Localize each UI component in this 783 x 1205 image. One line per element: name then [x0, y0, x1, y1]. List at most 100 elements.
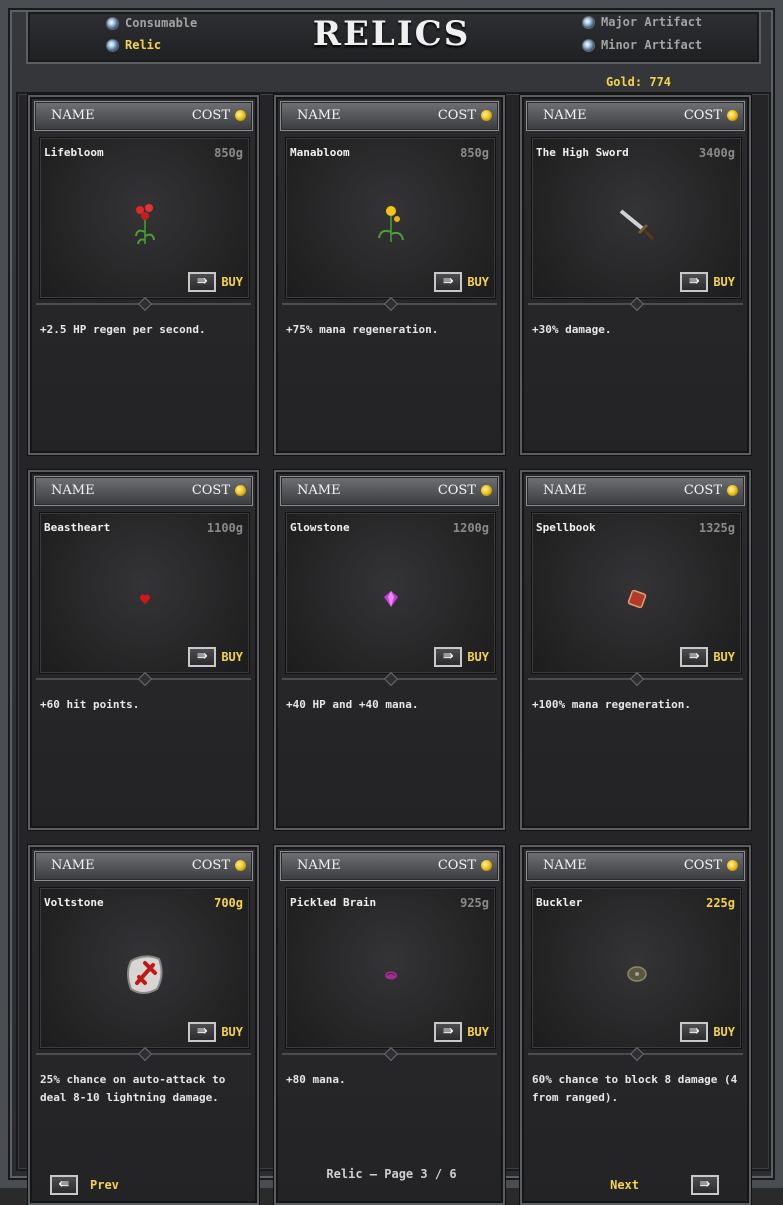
item-description: 60% chance to block 8 damage (4 from ran… [532, 1073, 738, 1104]
header-name-label: NAME [297, 108, 341, 123]
buy-button[interactable]: ⇛ BUY [434, 646, 489, 668]
item-preview: Buckler 225g ⇛ BUY [531, 887, 742, 1049]
page-title: RELICS [312, 14, 471, 54]
item-preview: Manabloom 850g ⇛ BUY [285, 137, 496, 299]
item-price: 1100g [206, 521, 243, 535]
item-preview: Lifebloom 850g ⇛ BUY [39, 137, 250, 299]
brain-icon [383, 967, 399, 986]
item-preview: The High Sword 3400g ⇛ BUY [531, 137, 742, 299]
item-name: Lifebloom [44, 146, 104, 159]
item-description: +40 HP and +40 mana. [286, 698, 419, 711]
buy-label: BUY [713, 650, 735, 664]
shop-card: NAME COST The High Sword 3400g ⇛ BUY +30% dama… [520, 95, 751, 455]
item-name: Buckler [536, 896, 583, 909]
buy-button[interactable]: ⇛ BUY [434, 1021, 489, 1043]
coin-icon [481, 485, 492, 496]
coin-icon [235, 110, 246, 121]
buy-button[interactable]: ⇛ BUY [680, 646, 735, 668]
header-cost-label: COST [683, 108, 722, 123]
card-header: NAME COST [34, 476, 253, 506]
yellow-flower-icon [377, 204, 405, 248]
item-price: 1200g [452, 521, 489, 535]
buy-arrow-icon: ⇛ [188, 272, 217, 292]
coin-icon [235, 485, 246, 496]
header-cost-label: COST [683, 858, 722, 873]
header-name-label: NAME [297, 858, 341, 873]
card-header: NAME COST [280, 476, 499, 506]
item-description: +60 hit points. [40, 698, 140, 711]
header-name-label: NAME [543, 108, 587, 123]
page-slash: / [434, 1167, 443, 1181]
header-cost-label: COST [191, 858, 230, 873]
coin-icon [727, 485, 738, 496]
item-price: 850g [460, 146, 489, 160]
item-name: The High Sword [536, 146, 629, 159]
card-header: NAME COST [280, 851, 499, 881]
buy-button[interactable]: ⇛ BUY [680, 1021, 735, 1043]
item-price: 3400g [698, 146, 735, 160]
divider [528, 303, 743, 305]
item-preview: Pickled Brain 925g ⇛ BUY [285, 887, 496, 1049]
buy-label: BUY [713, 275, 735, 289]
item-description: +100% mana regeneration. [532, 698, 691, 711]
buy-button[interactable]: ⇛ BUY [434, 271, 489, 293]
buy-arrow-icon: ⇛ [434, 647, 463, 667]
item-description: +75% mana regeneration. [286, 323, 439, 336]
buy-button[interactable]: ⇛ BUY [188, 271, 243, 293]
buy-label: BUY [221, 1025, 243, 1039]
buy-arrow-icon: ⇛ [434, 272, 463, 292]
header-name-label: NAME [543, 483, 587, 498]
gold-counter: Gold: 774 [606, 75, 672, 89]
divider [282, 303, 497, 305]
header-name-label: NAME [51, 858, 95, 873]
item-price: 225g [706, 896, 735, 910]
shop-card: NAME COST Glowstone 1200g ⇛ BUY +40 HP and +40… [274, 470, 505, 830]
rune-stone-icon [125, 953, 165, 999]
divider [528, 1053, 743, 1055]
coin-icon [727, 110, 738, 121]
buy-arrow-icon: ⇛ [434, 1022, 463, 1042]
item-name: Manabloom [290, 146, 350, 159]
buy-arrow-icon: ⇛ [680, 1022, 709, 1042]
header-cost-label: COST [683, 483, 722, 498]
item-description: 25% chance on auto-attack to deal 8-10 l… [40, 1073, 226, 1104]
card-header: NAME COST [526, 476, 745, 506]
card-header: NAME COST [34, 851, 253, 881]
buy-arrow-icon: ⇛ [188, 647, 217, 667]
page-total: 6 [449, 1167, 457, 1181]
divider [282, 678, 497, 680]
buy-arrow-icon: ⇛ [680, 647, 709, 667]
header-name-label: NAME [297, 483, 341, 498]
divider [36, 1053, 251, 1055]
buy-label: BUY [713, 1025, 735, 1039]
item-preview: Voltstone 700g ⇛ BUY [39, 887, 250, 1049]
header-name-label: NAME [51, 483, 95, 498]
item-price: 925g [460, 896, 489, 910]
buy-label: BUY [467, 275, 489, 289]
item-description: +80 mana. [286, 1073, 346, 1086]
coin-icon [235, 860, 246, 871]
book-icon [627, 589, 647, 613]
buy-button[interactable]: ⇛ BUY [188, 646, 243, 668]
shop-card: NAME COST Pickled Brain 925g ⇛ BUY +80 mana. [274, 845, 505, 1205]
shop-card: NAME COST Manabloom 850g ⇛ BUY +75% mana regen… [274, 95, 505, 455]
buy-label: BUY [467, 650, 489, 664]
gem-icon [383, 590, 399, 612]
item-price: 700g [214, 896, 243, 910]
divider [528, 678, 743, 680]
heart-icon [138, 592, 152, 611]
item-preview: Beastheart 1100g ⇛ BUY [39, 512, 250, 674]
page-category: Relic [326, 1167, 363, 1181]
page-separator: — [369, 1167, 378, 1181]
buy-button[interactable]: ⇛ BUY [680, 271, 735, 293]
header-name-label: NAME [51, 108, 95, 123]
card-header: NAME COST [526, 101, 745, 131]
coin-icon [481, 110, 492, 121]
header-cost-label: COST [437, 108, 476, 123]
item-preview: Glowstone 1200g ⇛ BUY [285, 512, 496, 674]
item-name: Pickled Brain [290, 896, 377, 909]
shop-card: NAME COST Spellbook 1325g ⇛ BUY +100% mana reg… [520, 470, 751, 830]
buy-button[interactable]: ⇛ BUY [188, 1021, 243, 1043]
buy-arrow-icon: ⇛ [188, 1022, 217, 1042]
item-name: Beastheart [44, 521, 111, 534]
